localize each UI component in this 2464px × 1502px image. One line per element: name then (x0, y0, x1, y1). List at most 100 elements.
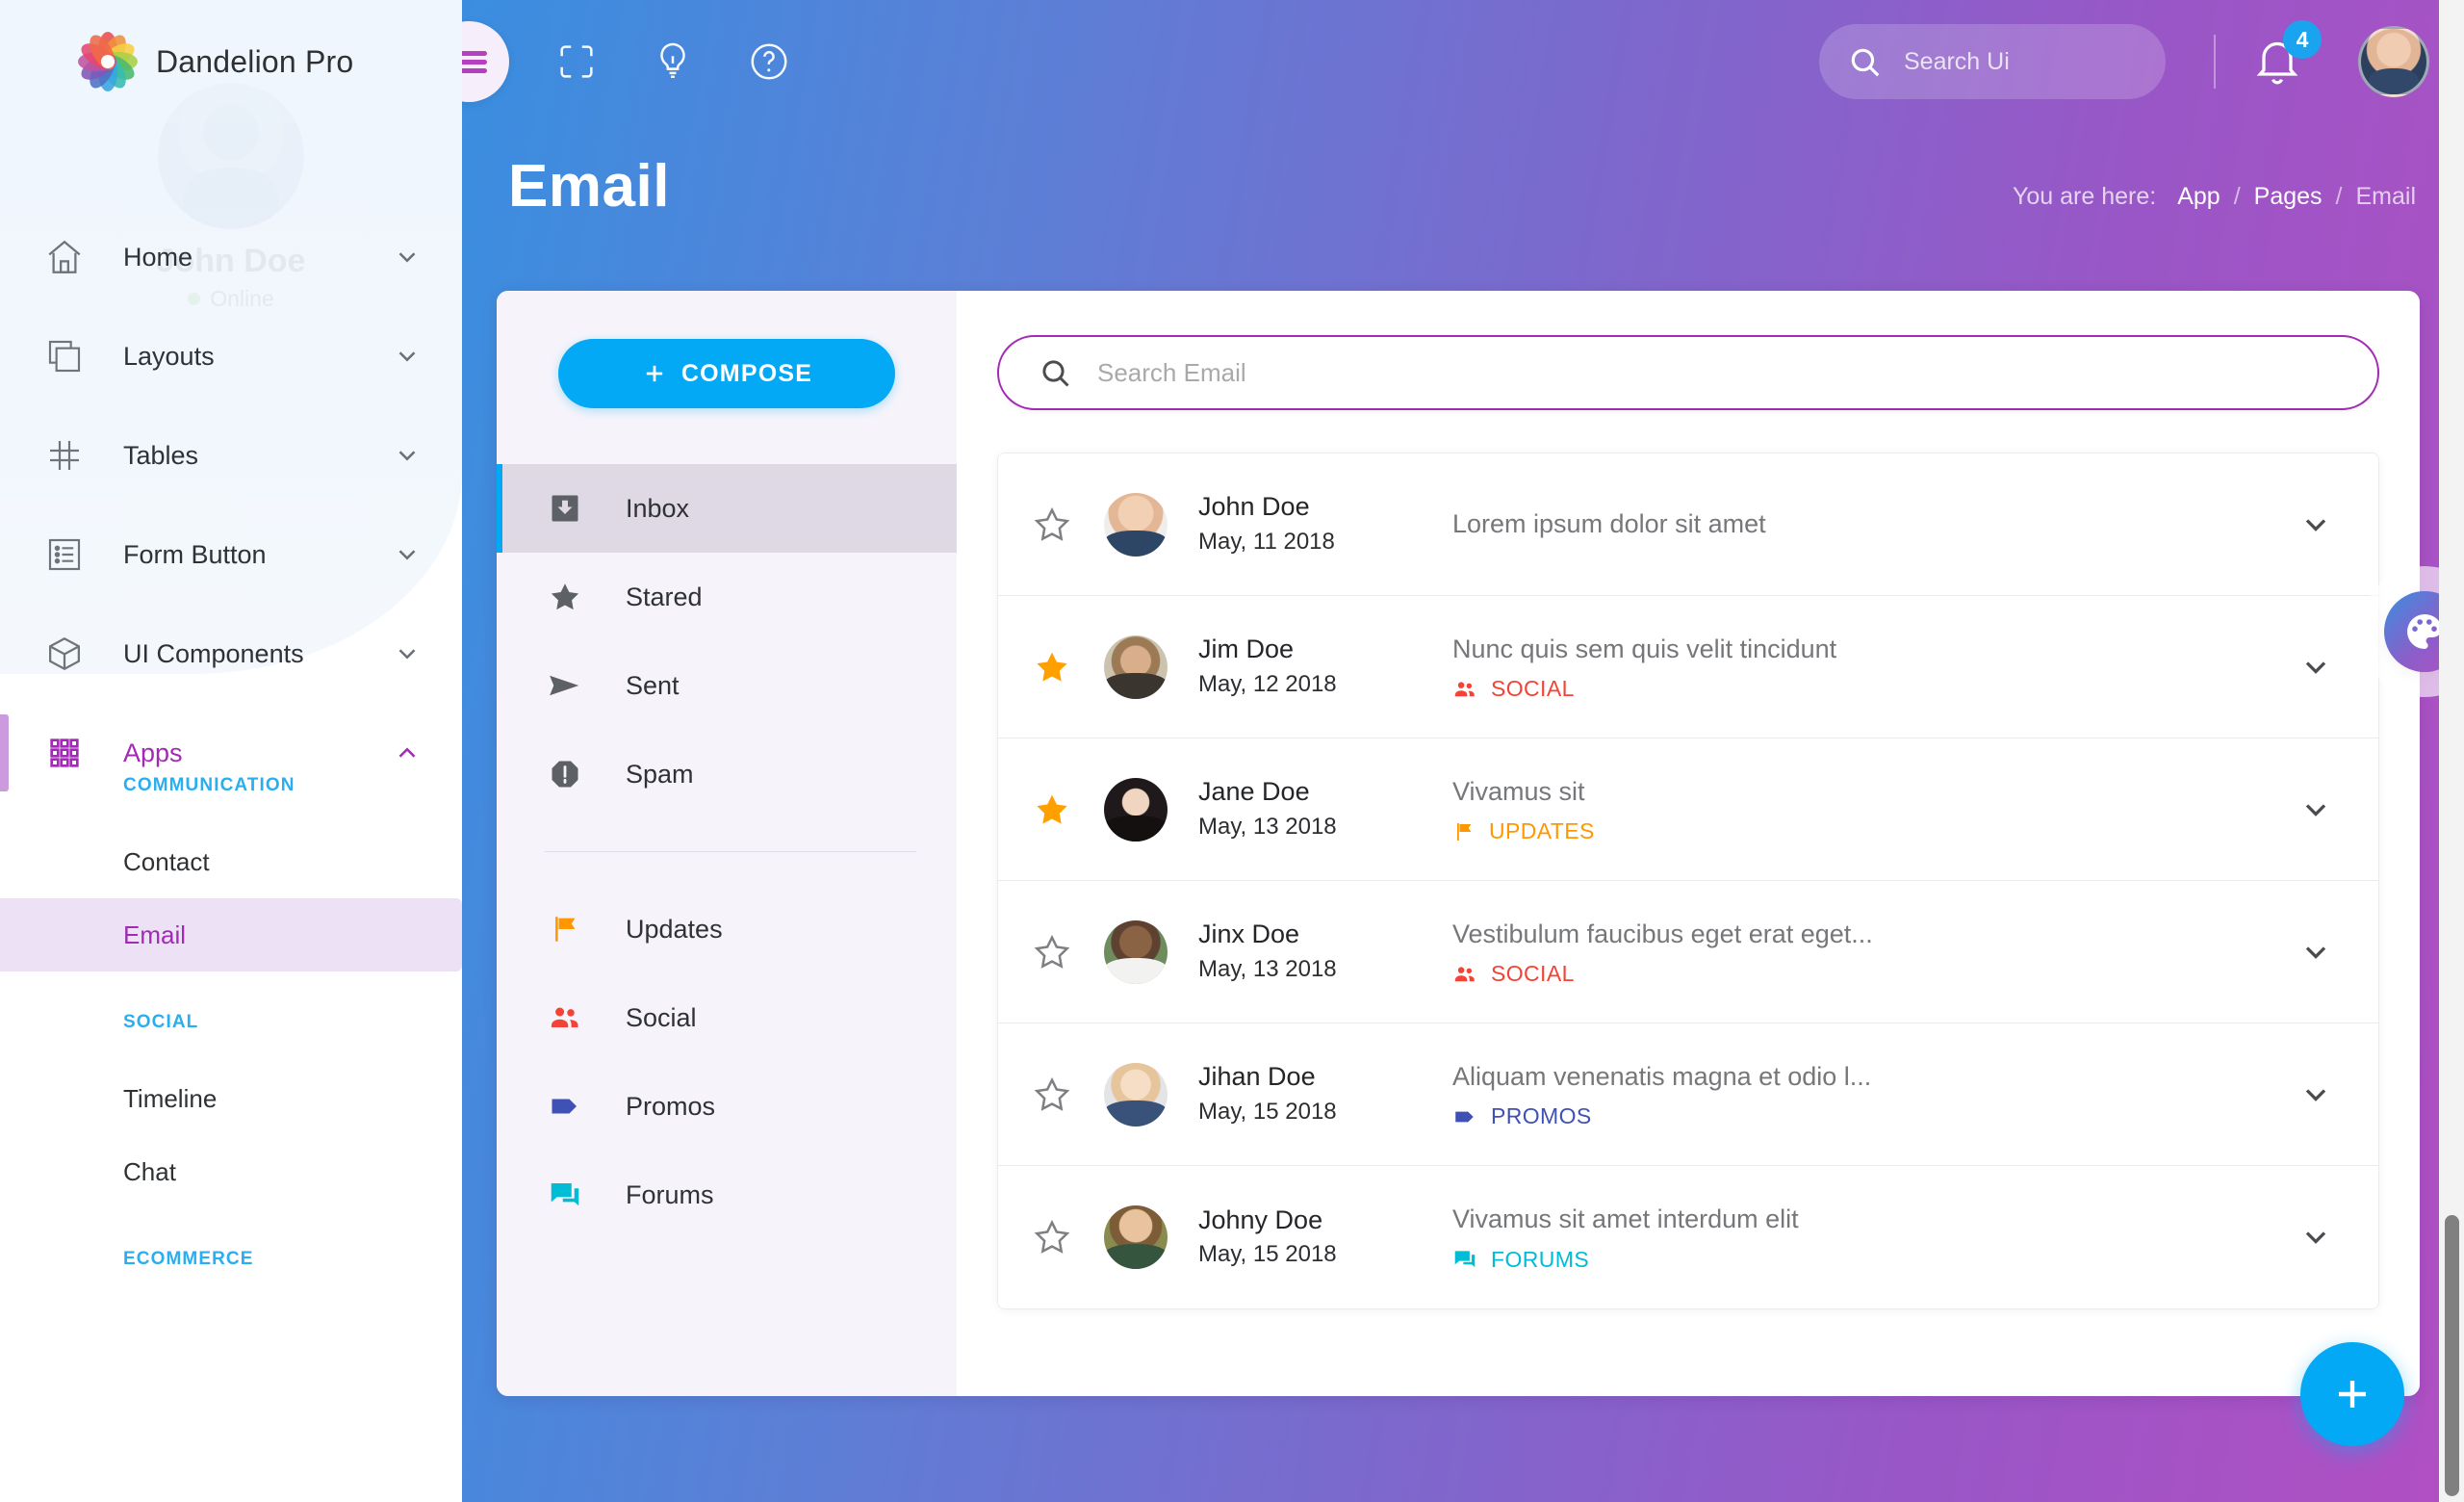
chevron-down-icon[interactable] (393, 540, 422, 569)
flag-icon (545, 913, 585, 945)
chevron-down-icon[interactable] (2288, 935, 2344, 970)
mail-folder-sent[interactable]: Sent (497, 641, 957, 730)
chevron-down-icon[interactable] (393, 441, 422, 470)
status-badge: FORUMS (1452, 1247, 2288, 1273)
table-row[interactable]: Jane Doe May, 13 2018 Vivamus sit UPDATE… (998, 738, 2378, 881)
breadcrumb-item-pages[interactable]: Pages (2254, 183, 2323, 211)
people-icon (545, 1000, 585, 1035)
mail-folder-inbox[interactable]: Inbox (497, 464, 957, 553)
sidebar-item-chat[interactable]: Chat (0, 1135, 462, 1208)
sidebar-item-form-button[interactable]: Form Button (0, 524, 462, 585)
home-icon (42, 235, 87, 279)
sidebar-item-timeline[interactable]: Timeline (0, 1062, 462, 1135)
chevron-down-icon[interactable] (393, 639, 422, 668)
table-row[interactable]: John Doe May, 11 2018 Lorem ipsum dolor … (998, 453, 2378, 596)
mail-label-social[interactable]: Social (497, 973, 957, 1062)
mail-label-updates[interactable]: Updates (497, 885, 957, 973)
email-meta: Johny Doe May, 15 2018 (1198, 1203, 1429, 1272)
mail-label-label: Updates (626, 914, 723, 944)
sender-name: Jim Doe (1198, 634, 1295, 664)
chevron-down-icon[interactable] (393, 342, 422, 371)
tag-icon (545, 1089, 585, 1124)
people-icon (1452, 677, 1477, 702)
sidebar-item-ui-components[interactable]: UI Components (0, 623, 462, 685)
hamburger-menu-icon[interactable] (462, 21, 509, 102)
chevron-down-icon[interactable] (2288, 792, 2344, 827)
breadcrumb: You are here: App / Pages / Email (2013, 183, 2416, 211)
star-toggle[interactable] (1025, 648, 1079, 686)
email-rows: John Doe May, 11 2018 Lorem ipsum dolor … (997, 453, 2379, 1309)
sidebar-item-home[interactable]: Home (0, 226, 462, 288)
sidebar-item-label: Email (123, 919, 187, 949)
plus-icon (641, 360, 668, 387)
scrollbar-thumb[interactable] (2445, 1215, 2459, 1496)
mail-folder-stared[interactable]: Stared (497, 553, 957, 641)
chevron-down-icon[interactable] (2288, 1220, 2344, 1255)
table-row[interactable]: Johny Doe May, 15 2018 Vivamus sit amet … (998, 1166, 2378, 1308)
inbox-icon (545, 491, 585, 526)
chevron-down-icon[interactable] (393, 243, 422, 272)
alert-octagon-icon (545, 757, 585, 791)
chevron-down-icon[interactable] (2288, 1077, 2344, 1112)
notification-badge: 4 (2283, 20, 2322, 59)
sidebar-item-label: Form Button (123, 539, 267, 569)
email-body: Vestibulum faucibus eget erat eget... SO… (1452, 917, 2288, 988)
email-card: COMPOSE Inbox Stared Sent Spam Updates S… (497, 291, 2420, 1396)
sidebar-item-email[interactable]: Email (0, 898, 462, 971)
breadcrumb-lead: You are here: (2013, 183, 2157, 210)
chevron-up-icon[interactable] (393, 738, 422, 767)
email-subject: Vivamus sit (1452, 776, 1585, 806)
sidebar-item-contact[interactable]: Contact (0, 825, 462, 898)
sender-name: Jane Doe (1198, 777, 1310, 807)
star-toggle[interactable] (1025, 933, 1079, 971)
compose-button[interactable]: COMPOSE (558, 339, 895, 408)
star-toggle[interactable] (1025, 1218, 1079, 1256)
sidebar-item-layouts[interactable]: Layouts (0, 325, 462, 387)
divider (545, 851, 916, 852)
email-meta: Jihan Doe May, 15 2018 (1198, 1059, 1429, 1128)
sidebar-item-tables[interactable]: Tables (0, 425, 462, 486)
mail-folder-label: Spam (626, 759, 694, 789)
sidebar-item-label: Home (123, 242, 193, 272)
star-toggle[interactable] (1025, 1075, 1079, 1114)
mail-label-forums[interactable]: Forums (497, 1151, 957, 1239)
layers-icon (42, 334, 87, 378)
user-avatar[interactable] (2358, 26, 2429, 97)
chevron-down-icon[interactable] (2288, 507, 2344, 542)
sender-name: Jinx Doe (1198, 919, 1300, 949)
sender-name: Jihan Doe (1198, 1062, 1316, 1092)
avatar (1104, 919, 1168, 984)
sender-name: John Doe (1198, 492, 1310, 522)
breadcrumb-item-app[interactable]: App (2177, 183, 2220, 211)
brand[interactable]: Dandelion Pro (0, 0, 462, 123)
add-button[interactable] (2300, 1342, 2404, 1446)
bell-icon[interactable]: 4 (2250, 20, 2322, 90)
search-icon (1038, 355, 1072, 390)
status-badge: SOCIAL (1452, 676, 2288, 702)
table-row[interactable]: Jim Doe May, 12 2018 Nunc quis sem quis … (998, 596, 2378, 738)
table-row[interactable]: Jinx Doe May, 13 2018 Vestibulum faucibu… (998, 881, 2378, 1023)
divider (2214, 35, 2216, 89)
mail-folder-label: Inbox (626, 493, 690, 523)
mail-folder-spam[interactable]: Spam (497, 730, 957, 818)
search-email-input[interactable]: Search Email (997, 335, 2379, 410)
star-toggle[interactable] (1025, 790, 1079, 829)
lightbulb-icon[interactable] (647, 36, 699, 88)
fullscreen-icon[interactable] (551, 36, 603, 88)
email-subject: Aliquam venenatis magna et odio l... (1452, 1061, 1872, 1091)
tag-label: UPDATES (1489, 818, 1595, 844)
email-subject: Nunc quis sem quis velit tincidunt (1452, 634, 1837, 663)
mail-label-label: Promos (626, 1091, 716, 1121)
subnav-heading-communication: COMMUNICATION (123, 775, 295, 795)
avatar (1104, 634, 1168, 699)
tag-label: SOCIAL (1491, 961, 1575, 987)
star-toggle[interactable] (1025, 505, 1079, 544)
scrollbar[interactable] (2439, 0, 2464, 1502)
mail-label-promos[interactable]: Promos (497, 1062, 957, 1151)
help-circle-icon[interactable] (743, 36, 795, 88)
search-input[interactable]: Search Ui (1819, 24, 2166, 99)
status-badge: PROMOS (1452, 1103, 2288, 1129)
topbar-icon-group (551, 36, 795, 88)
table-row[interactable]: Jihan Doe May, 15 2018 Aliquam venenatis… (998, 1023, 2378, 1166)
chevron-down-icon[interactable] (2288, 650, 2344, 685)
